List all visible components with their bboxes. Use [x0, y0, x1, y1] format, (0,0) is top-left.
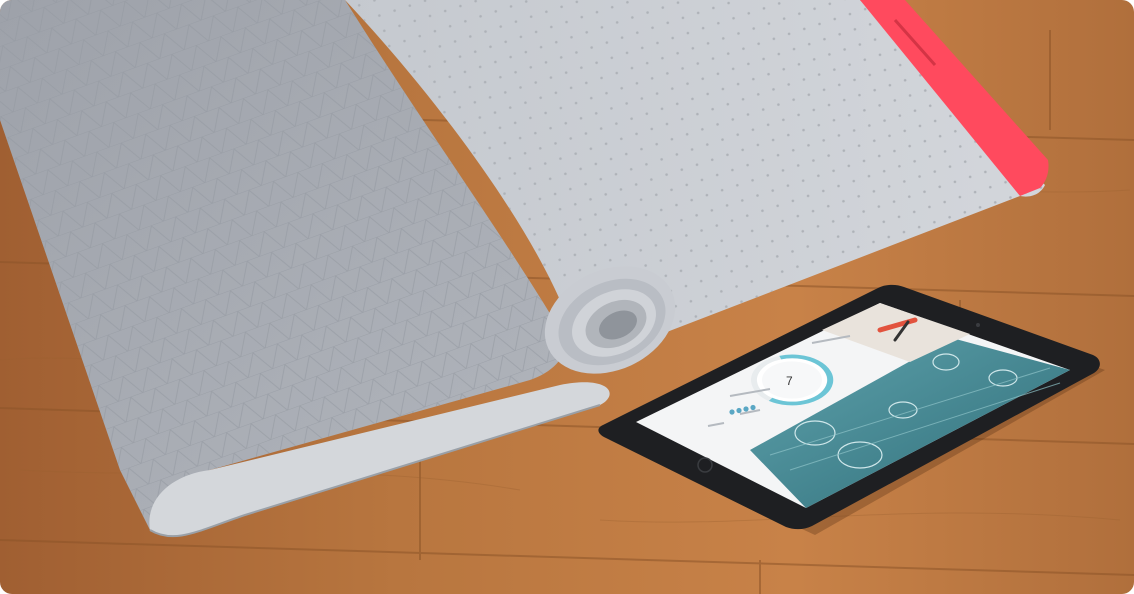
progress-value: 7: [786, 374, 793, 388]
product-photo: 7: [0, 0, 1134, 594]
yoga-mat-scene: 7: [0, 0, 1134, 594]
tablet-camera: [976, 323, 980, 327]
